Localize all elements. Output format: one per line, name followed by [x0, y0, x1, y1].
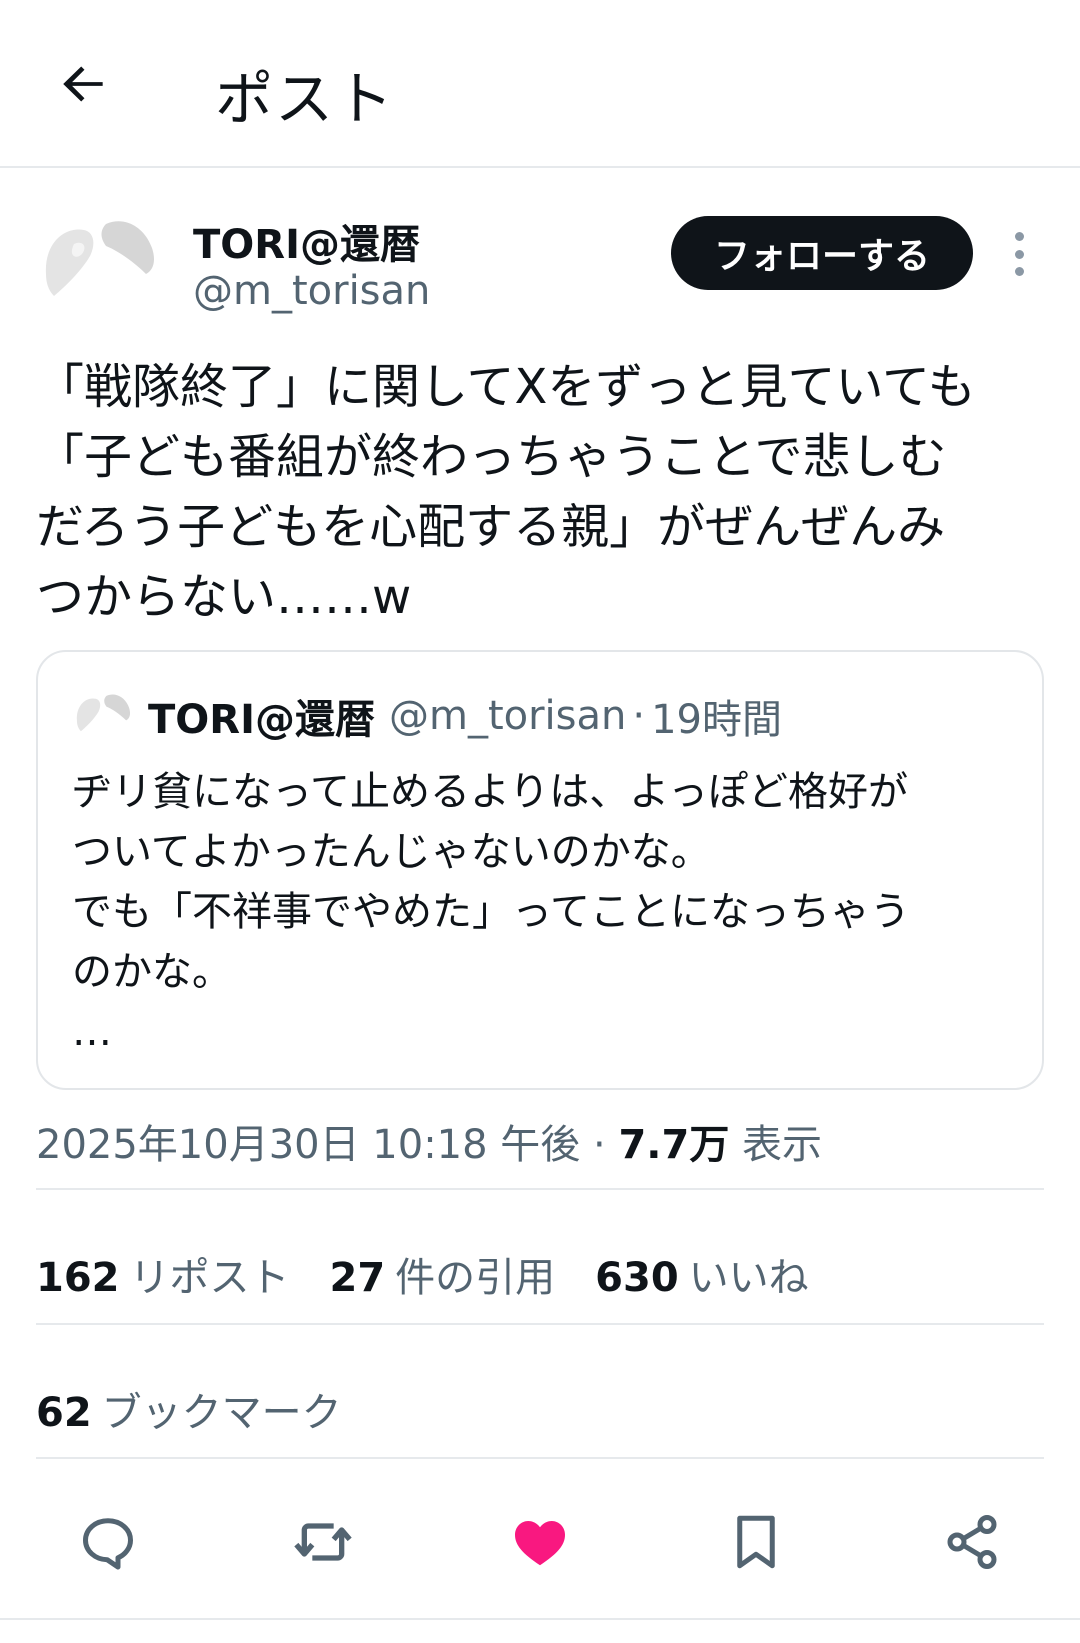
share-icon [947, 1515, 997, 1570]
share-button[interactable] [930, 1500, 1014, 1584]
post-datetime[interactable]: 2025年10月30日 10:18 午後 [36, 1122, 580, 1168]
quotes-count: 27 [329, 1255, 386, 1301]
post-meta: 2025年10月30日 10:18 午後 · 7.7万 表示 [36, 1112, 822, 1170]
like-icon [515, 1521, 565, 1566]
quoted-author-name: TORI@還暦 [148, 697, 375, 743]
likes-stat[interactable]: 630 いいね [595, 1245, 809, 1303]
bookmarks-label: ブックマーク [101, 1390, 342, 1436]
bookmarks-count: 62 [36, 1390, 92, 1436]
reply-icon [83, 1518, 133, 1570]
quoted-avatar [72, 686, 132, 746]
quoted-timestamp: 19時間 [651, 697, 782, 743]
back-button[interactable] [52, 52, 116, 116]
more-vertical-icon-dot [1014, 249, 1024, 259]
quote-line: でも「不祥事でやめた」ってことになっちゃう [72, 889, 910, 935]
author-name[interactable]: TORI@還暦 [193, 212, 420, 270]
quote-line: ヂリ貧になって止めるよりは、よっぽど格好が [72, 769, 908, 815]
tweet-line: つからない……w [36, 569, 412, 625]
views-count: 7.7万 [618, 1122, 730, 1168]
quoted-author-handle: @m_torisan [388, 693, 627, 739]
reposts-stat[interactable]: 162 リポスト [36, 1245, 290, 1303]
tweet-line: 「戦隊終了」に関してXをずっと見ていても [36, 359, 976, 415]
divider [0, 1618, 1080, 1620]
tweet-line: 「子ども番組が終わっちゃうことで悲しむ [36, 429, 947, 485]
likes-label: いいね [688, 1255, 809, 1301]
quote-line: ついてよかったんじゃないのかな。 [72, 829, 711, 875]
quote-line: のかな。 [72, 949, 232, 995]
bookmark-button[interactable] [714, 1500, 798, 1584]
meta-separator: · [593, 1122, 606, 1168]
action-bar [0, 1500, 1080, 1590]
views-label: 表示 [742, 1122, 823, 1168]
more-button[interactable] [1001, 228, 1037, 280]
quoted-separator: · [632, 693, 646, 739]
quotes-label: 件の引用 [395, 1255, 556, 1301]
quoted-post[interactable]: TORI@還暦 @m_torisan · 19時間 ヂリ貧になって止めるよりは、… [36, 650, 1044, 1090]
repost-icon [294, 1523, 352, 1561]
reply-button[interactable] [66, 1500, 150, 1584]
tweet-text: 「戦隊終了」に関してXをずっと見ていても 「子ども番組が終わっちゃうことで悲しむ… [36, 352, 1046, 632]
divider [36, 1323, 1044, 1325]
bookmark-icon [737, 1515, 775, 1569]
author-row: TORI@還暦 @m_torisan フォローする [0, 168, 1080, 338]
avatar-image [72, 686, 132, 746]
quote-line: … [72, 1009, 112, 1055]
bookmarks-stat[interactable]: 62 ブックマーク [36, 1380, 342, 1438]
more-vertical-icon [1014, 232, 1024, 241]
repost-button[interactable] [281, 1500, 365, 1584]
quotes-stat[interactable]: 27 件の引用 [330, 1245, 556, 1303]
arrow-left-icon [63, 66, 103, 102]
divider [36, 1188, 1044, 1190]
reposts-label: リポスト [129, 1255, 290, 1301]
reposts-count: 162 [36, 1255, 120, 1301]
quoted-post-text: ヂリ貧になって止めるよりは、よっぽど格好が ついてよかったんじゃないのかな。 で… [72, 762, 1022, 1062]
divider [36, 1457, 1044, 1459]
likes-count: 630 [595, 1255, 679, 1301]
top-bar: ポスト [0, 0, 1080, 168]
avatar-image [36, 204, 158, 326]
more-vertical-icon-dot [1014, 267, 1024, 276]
engagement-stats: 162 リポスト 27 件の引用 630 いいね [36, 1245, 849, 1303]
tweet-line: だろう子どもを心配する親」がぜんぜんみ [36, 499, 946, 555]
like-button[interactable] [498, 1500, 582, 1584]
follow-button[interactable]: フォローする [671, 216, 973, 290]
avatar[interactable] [36, 204, 158, 326]
quoted-post-header: TORI@還暦 @m_torisan · 19時間 [72, 686, 782, 746]
page-title: ポスト [215, 65, 396, 133]
author-handle[interactable]: @m_torisan [193, 268, 430, 314]
